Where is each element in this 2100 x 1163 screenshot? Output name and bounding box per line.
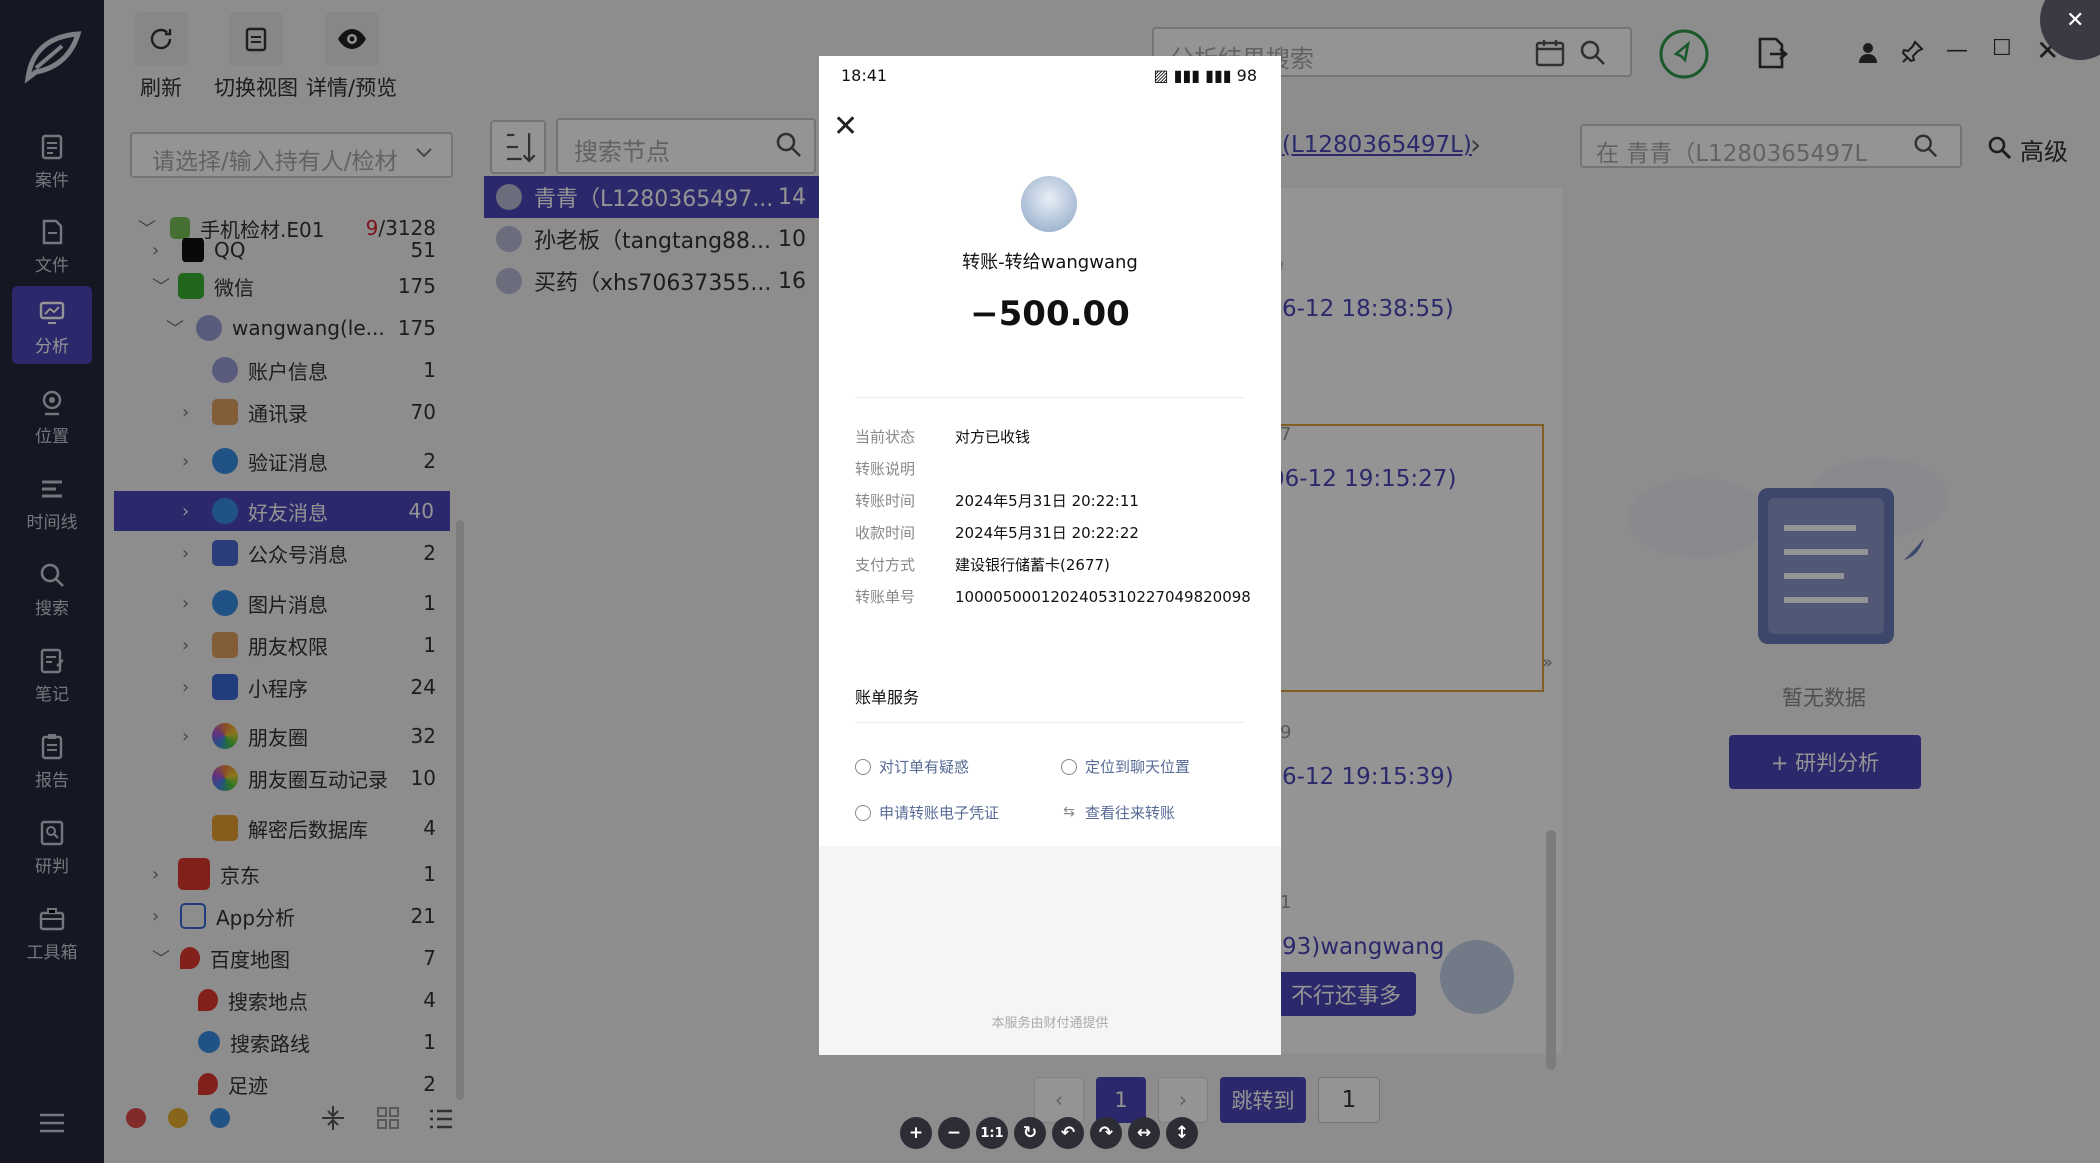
divider <box>855 397 1245 398</box>
close-icon[interactable]: ✕ <box>833 112 858 142</box>
detail-row-receive-time: 收款时间 2024年5月31日 20:22:22 <box>855 522 1139 543</box>
service-label: 申请转账电子凭证 <box>879 804 1000 822</box>
voucher-icon <box>855 804 871 821</box>
detail-value: 2024年5月31日 20:22:22 <box>955 524 1139 542</box>
detail-key: 转账单号 <box>855 588 916 606</box>
phone-signal: ▨ ▮▮▮ ▮▮▮ 98 <box>1153 66 1257 85</box>
zoom-out-button[interactable]: − <box>938 1117 970 1149</box>
avatar <box>1021 176 1077 232</box>
detail-row-status: 当前状态 对方已收钱 <box>855 426 1030 447</box>
fit-width-button[interactable]: ↔ <box>1128 1117 1160 1149</box>
service-label: 定位到聊天位置 <box>1085 758 1191 776</box>
chat-icon <box>1061 758 1077 775</box>
detail-row-transfer-time: 转账时间 2024年5月31日 20:22:11 <box>855 490 1139 511</box>
phone-status-bar: 18:41 ▨ ▮▮▮ ▮▮▮ 98 <box>819 56 1281 96</box>
detail-key: 支付方式 <box>855 556 916 574</box>
detail-value: 1000050001202405310227049820098 <box>955 588 1251 606</box>
redo-button[interactable]: ↷ <box>1090 1117 1122 1149</box>
fit-height-button[interactable]: ↕ <box>1166 1117 1198 1149</box>
service-label: 查看往来转账 <box>1085 804 1176 822</box>
detail-row-payment: 支付方式 建设银行储蓄卡(2677) <box>855 554 1110 575</box>
detail-row-note: 转账说明 <box>855 458 955 479</box>
bill-service-section: 账单服务 对订单有疑惑 定位到聊天位置 申请转账电子凭证 ⇆ 查看往来转账 <box>819 666 1281 846</box>
detail-row-order-no: 转账单号 1000050001202405310227049820098 <box>855 586 1251 607</box>
service-locate-chat[interactable]: 定位到聊天位置 <box>1061 756 1190 777</box>
image-zoom-toolbar: + − 1:1 ↻ ↶ ↷ ↔ ↕ <box>900 1117 1198 1149</box>
detail-value: 建设银行储蓄卡(2677) <box>955 556 1110 574</box>
swap-icon: ⇆ <box>1063 803 1075 820</box>
phone-screenshot-preview: 18:41 ▨ ▮▮▮ ▮▮▮ 98 ✕ 转账-转给wangwang −500.… <box>819 56 1281 1055</box>
service-order-question[interactable]: 对订单有疑惑 <box>855 756 969 777</box>
detail-key: 转账说明 <box>855 460 916 478</box>
detail-key: 收款时间 <box>855 524 916 542</box>
transfer-amount: −500.00 <box>970 294 1130 334</box>
rotate-button[interactable]: ↻ <box>1014 1117 1046 1149</box>
question-icon <box>855 758 871 775</box>
detail-key: 当前状态 <box>855 428 916 446</box>
phone-time: 18:41 <box>841 66 888 85</box>
service-history[interactable]: ⇆ 查看往来转账 <box>1061 802 1175 823</box>
provider-footnote: 本服务由财付通提供 <box>991 1016 1109 1031</box>
zoom-in-button[interactable]: + <box>900 1117 932 1149</box>
detail-value: 2024年5月31日 20:22:11 <box>955 492 1139 510</box>
transfer-title: 转账-转给wangwang <box>962 252 1138 273</box>
detail-value: 对方已收钱 <box>955 428 1031 446</box>
close-icon[interactable]: ✕ <box>2066 8 2084 33</box>
actual-size-button[interactable]: 1:1 <box>976 1117 1008 1149</box>
service-title: 账单服务 <box>855 688 920 707</box>
undo-button[interactable]: ↶ <box>1052 1117 1084 1149</box>
detail-key: 转账时间 <box>855 492 916 510</box>
service-e-voucher[interactable]: 申请转账电子凭证 <box>855 802 999 823</box>
divider <box>855 722 1245 723</box>
app-window: 案件 文件 分析 位置 时间线 搜索 笔记 报告 研判 工具箱 刷新 切换视图 … <box>0 0 2100 1163</box>
service-label: 对订单有疑惑 <box>879 758 970 776</box>
